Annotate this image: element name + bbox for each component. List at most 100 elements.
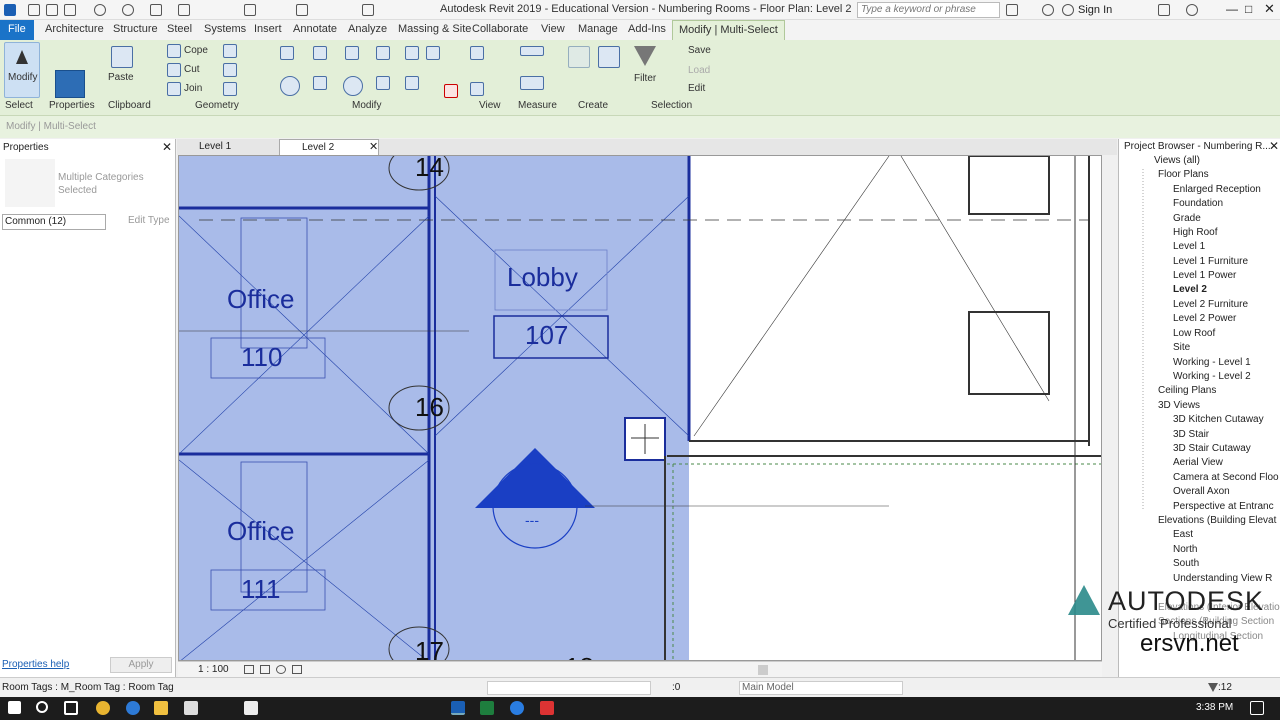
tab-view[interactable]: View — [541, 23, 565, 35]
chrome-icon[interactable] — [96, 701, 110, 715]
crop-icon[interactable] — [292, 665, 302, 674]
edit-selection-button[interactable]: Edit — [688, 83, 705, 94]
tab-systems[interactable]: Systems — [204, 23, 246, 35]
detail-level-icon[interactable] — [244, 665, 254, 674]
tab-analyze[interactable]: Analyze — [348, 23, 387, 35]
maximize-button[interactable]: □ — [1245, 2, 1252, 16]
close-button[interactable]: ✕ — [1264, 1, 1275, 17]
excel-icon[interactable] — [480, 701, 494, 715]
sign-in-link[interactable]: Sign In — [1078, 4, 1112, 16]
dimension-icon[interactable] — [520, 76, 544, 90]
file-explorer-icon[interactable] — [154, 701, 168, 715]
windows-start-icon[interactable] — [8, 701, 21, 714]
open-icon[interactable] — [28, 4, 40, 16]
elevation-marker-lower[interactable]: --- — [525, 512, 539, 528]
tree-floor-plan-item[interactable]: Working - Level 1 — [1173, 357, 1251, 368]
join-button[interactable]: Join — [184, 83, 202, 94]
view-tab-level-2[interactable]: Level 2 — [279, 139, 379, 155]
tree-floor-plan-item[interactable]: Grade — [1173, 213, 1201, 224]
rotate-icon[interactable] — [343, 76, 363, 96]
trim-icon[interactable] — [376, 46, 390, 60]
tree-3d-views[interactable]: 3D Views — [1158, 400, 1200, 411]
tree-floor-plan-item[interactable]: Enlarged Reception — [1173, 184, 1261, 195]
room-tag-number[interactable]: 107 — [525, 320, 568, 351]
task-view-icon[interactable] — [64, 701, 78, 715]
minimize-button[interactable]: — — [1226, 2, 1238, 16]
cart-icon[interactable] — [1158, 4, 1170, 16]
revit-logo-icon[interactable] — [4, 4, 16, 16]
star-icon[interactable] — [1042, 4, 1054, 16]
room-tag-number[interactable]: 111 — [241, 574, 281, 605]
tree-3d-item[interactable]: Camera at Second Floo — [1173, 472, 1279, 483]
type-selector[interactable]: Multiple Categories Selected — [58, 171, 158, 197]
switch-windows-icon[interactable] — [362, 4, 374, 16]
tree-floor-plan-item[interactable]: Level 2 Power — [1173, 313, 1236, 324]
tree-3d-item[interactable]: 3D Stair — [1173, 429, 1209, 440]
tree-floor-plan-item[interactable]: Level 1 — [1173, 241, 1205, 252]
filter-button[interactable]: Filter — [634, 73, 656, 84]
tree-elevation-item[interactable]: Understanding View R — [1173, 573, 1272, 584]
text-icon[interactable] — [244, 4, 256, 16]
close-tab-icon[interactable]: ✕ — [369, 140, 378, 153]
select-panel-label[interactable]: Select — [5, 100, 33, 111]
help-icon[interactable] — [1186, 4, 1198, 16]
tree-ceiling-plans[interactable]: Ceiling Plans — [1158, 385, 1216, 396]
tab-modify-multi-select[interactable]: Modify | Multi-Select — [672, 20, 785, 40]
tree-floor-plan-item[interactable]: Level 1 Furniture — [1173, 256, 1248, 267]
tree-elevation-item[interactable]: South — [1173, 558, 1199, 569]
door-tag[interactable]: 16 — [415, 392, 444, 423]
clock[interactable]: 3:38 PM — [1196, 702, 1233, 713]
visual-style-icon[interactable] — [260, 665, 270, 674]
tree-floor-plan-item[interactable]: Working - Level 2 — [1173, 371, 1251, 382]
geometry-tool-icon[interactable] — [223, 63, 237, 77]
array-icon[interactable] — [405, 46, 419, 60]
drawing-canvas[interactable]: Office 110 Lobby 107 Office 111 14 16 17… — [178, 155, 1102, 661]
measure-tool-icon[interactable] — [520, 46, 544, 56]
door-tag[interactable]: 18 — [565, 652, 594, 660]
tree-3d-item[interactable]: Overall Axon — [1173, 486, 1230, 497]
room-tag-name[interactable]: Lobby — [507, 262, 578, 293]
tree-3d-item[interactable]: 3D Kitchen Cutaway — [1173, 414, 1264, 425]
sun-path-icon[interactable] — [276, 665, 286, 674]
tree-elevation-item[interactable]: North — [1173, 544, 1197, 555]
scale-icon[interactable] — [405, 76, 419, 90]
create-group-icon[interactable] — [568, 46, 590, 68]
cope-button[interactable]: Cope — [184, 45, 208, 56]
tab-annotate[interactable]: Annotate — [293, 23, 337, 35]
view-scale[interactable]: 1 : 100 — [198, 664, 229, 675]
tree-floor-plan-item[interactable]: Foundation — [1173, 198, 1223, 209]
tree-floor-plan-item-active[interactable]: Level 2 — [1173, 284, 1207, 295]
apply-button[interactable]: Apply — [110, 657, 172, 673]
tab-manage[interactable]: Manage — [578, 23, 618, 35]
save-selection-button[interactable]: Save — [688, 45, 711, 56]
view-tab-level-1[interactable]: Level 1 — [177, 139, 277, 155]
design-option-dropdown[interactable]: Main Model — [739, 681, 903, 695]
tree-elevations[interactable]: Elevations (Building Elevat — [1158, 515, 1276, 526]
properties-help-link[interactable]: Properties help — [2, 659, 69, 670]
paste-icon[interactable] — [111, 46, 133, 68]
hide-icon[interactable] — [470, 82, 484, 96]
horizontal-scrollbar-thumb[interactable] — [758, 665, 768, 675]
pin-icon[interactable] — [426, 46, 440, 60]
app-icon[interactable] — [510, 701, 524, 715]
create-assembly-icon[interactable] — [598, 46, 620, 68]
3d-view-icon[interactable] — [296, 4, 308, 16]
paste-button[interactable]: Paste — [108, 72, 134, 83]
align-icon[interactable] — [280, 46, 294, 60]
tree-3d-item[interactable]: Aerial View — [1173, 457, 1223, 468]
tab-steel[interactable]: Steel — [167, 23, 192, 35]
filter-icon[interactable] — [1208, 683, 1218, 692]
cut-button[interactable]: Cut — [184, 64, 200, 75]
save-icon[interactable] — [46, 4, 58, 16]
workset-dropdown[interactable] — [487, 681, 651, 695]
edge-icon[interactable] — [126, 701, 140, 715]
tree-3d-item[interactable]: 3D Stair Cutaway — [1173, 443, 1251, 454]
tree-3d-item[interactable]: Perspective at Entranc — [1173, 501, 1274, 512]
room-tag-number[interactable]: 110 — [241, 342, 282, 373]
mail-icon[interactable] — [244, 701, 258, 715]
user-icon[interactable] — [1062, 4, 1074, 16]
tab-collaborate[interactable]: Collaborate — [472, 23, 528, 35]
search-icon[interactable] — [36, 701, 48, 713]
search-input[interactable]: Type a keyword or phrase — [857, 2, 1000, 18]
paint-icon[interactable] — [223, 82, 237, 96]
